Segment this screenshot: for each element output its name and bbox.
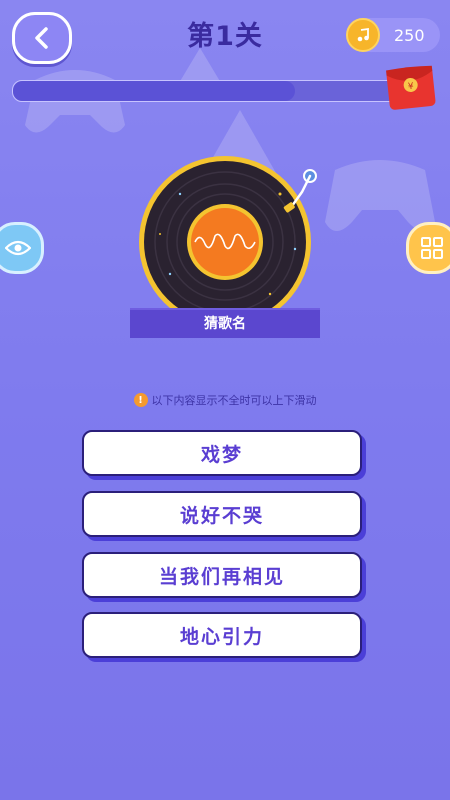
progress-fill bbox=[13, 81, 295, 101]
eye-button[interactable] bbox=[0, 222, 44, 274]
level-progress-bar bbox=[12, 80, 428, 102]
red-envelope-icon[interactable]: ¥ bbox=[384, 64, 438, 112]
exclamation-icon: ! bbox=[133, 393, 148, 407]
grid-icon bbox=[421, 237, 443, 259]
guess-song-label: 猜歌名 bbox=[130, 308, 320, 338]
scroll-hint: ! 以下内容显示不全时可以上下滑动 bbox=[0, 392, 450, 408]
scroll-hint-text: 以下内容显示不全时可以上下滑动 bbox=[151, 394, 317, 407]
answer-option-1[interactable]: 戏梦 bbox=[82, 430, 362, 476]
coin-counter[interactable]: 250 bbox=[346, 18, 440, 52]
eye-icon bbox=[5, 240, 31, 256]
answer-option-3[interactable]: 当我们再相见 bbox=[82, 552, 362, 598]
grid-button[interactable] bbox=[406, 222, 450, 274]
coin-music-icon bbox=[346, 18, 380, 52]
coin-count: 250 bbox=[394, 25, 425, 45]
answer-option-2[interactable]: 说好不哭 bbox=[82, 491, 362, 537]
answer-option-4[interactable]: 地心引力 bbox=[82, 612, 362, 658]
